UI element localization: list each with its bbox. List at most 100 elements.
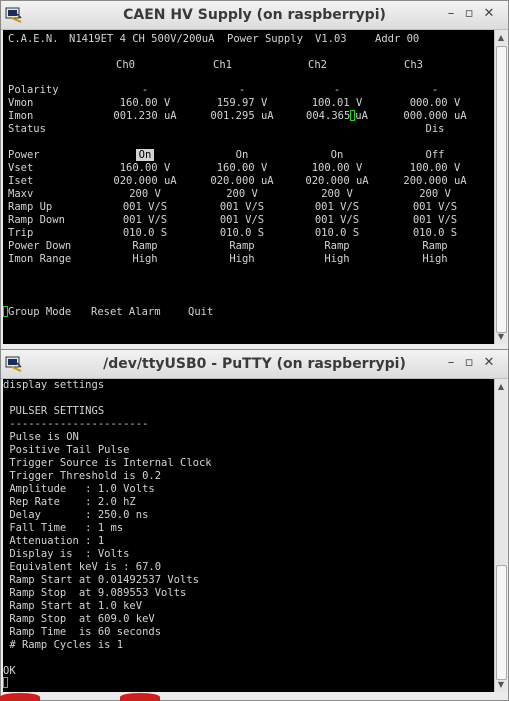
- putty-terminal[interactable]: display settings PULSER SETTINGS -------…: [3, 379, 494, 692]
- cell-value[interactable]: On: [101, 149, 189, 162]
- cell-value[interactable]: [101, 123, 189, 136]
- cell-value[interactable]: 020.000 uA: [101, 175, 189, 188]
- cell-value[interactable]: 010.0 S: [101, 227, 189, 240]
- cell-value[interactable]: 100.01 V: [293, 97, 381, 110]
- cell-value[interactable]: 001 V/S: [101, 201, 189, 214]
- channel-header: Ch3: [404, 59, 423, 71]
- cell-value[interactable]: 200 V: [101, 188, 189, 201]
- cell-value[interactable]: [198, 123, 286, 136]
- cell-value[interactable]: 020.000 uA: [293, 175, 381, 188]
- cell-value[interactable]: 010.0 S: [391, 227, 479, 240]
- group-mode-action[interactable]: Group Mode: [3, 306, 71, 319]
- cell-value[interactable]: 001 V/S: [293, 201, 381, 214]
- quit-action[interactable]: Quit: [188, 306, 213, 319]
- row-label: Polarity: [8, 84, 59, 96]
- row-label: Power Down: [8, 240, 72, 252]
- titlebar[interactable]: CAEN HV Supply (on raspberrypi) – ▫ ✕: [1, 1, 508, 30]
- version: V1.03: [315, 33, 347, 45]
- cell-value[interactable]: 020.000 uA: [198, 175, 286, 188]
- cell-value[interactable]: -: [391, 84, 479, 97]
- channel-header: Ch1: [213, 59, 232, 71]
- cell-value[interactable]: Ramp: [391, 240, 479, 253]
- cell-value[interactable]: Ramp: [101, 240, 189, 253]
- scroll-down-icon[interactable]: ▼: [495, 679, 507, 691]
- close-icon[interactable]: ✕: [481, 355, 497, 371]
- cell-value[interactable]: 001.295 uA: [198, 110, 286, 123]
- terminal-line: Ramp Start at 0.01492537 Volts: [3, 574, 199, 586]
- cell-value[interactable]: 160.00 V: [101, 97, 189, 110]
- cell-value[interactable]: High: [293, 253, 381, 266]
- reset-alarm-action[interactable]: Reset Alarm: [91, 306, 161, 319]
- cell-value[interactable]: High: [198, 253, 286, 266]
- row-label: Ramp Down: [8, 214, 65, 226]
- cell-value[interactable]: 100.00 V: [391, 162, 479, 175]
- cell-value[interactable]: 160.00 V: [101, 162, 189, 175]
- address: Addr 00: [375, 33, 420, 45]
- cell-value[interactable]: 001.230 uA: [101, 110, 189, 123]
- cell-value[interactable]: 010.0 S: [198, 227, 286, 240]
- close-icon[interactable]: ✕: [481, 6, 497, 22]
- scroll-up-icon[interactable]: ▲: [495, 32, 507, 44]
- cell-value[interactable]: 001 V/S: [198, 201, 286, 214]
- maximize-icon[interactable]: ▫: [461, 6, 477, 22]
- terminal-line: display settings: [3, 379, 105, 391]
- cell-value[interactable]: 001 V/S: [391, 214, 479, 227]
- cell-value[interactable]: Off: [391, 149, 479, 162]
- row-label: Vset: [8, 162, 34, 174]
- cell-value[interactable]: -: [101, 84, 189, 97]
- cell-value[interactable]: 100.00 V: [293, 162, 381, 175]
- cell-value[interactable]: High: [101, 253, 189, 266]
- terminal-line: Pulse is ON: [3, 431, 79, 443]
- channel-header: Ch0: [116, 59, 135, 71]
- cell-value[interactable]: Ramp: [293, 240, 381, 253]
- cell-value[interactable]: 200 V: [198, 188, 286, 201]
- terminal-cursor: [3, 677, 8, 690]
- cell-value[interactable]: -: [198, 84, 286, 97]
- row-label: Imon Range: [8, 253, 72, 265]
- cell-value[interactable]: 160.00 V: [198, 162, 286, 175]
- cell-value[interactable]: Dis: [391, 123, 479, 136]
- cell-value[interactable]: -: [293, 84, 381, 97]
- cell-value[interactable]: Ramp: [198, 240, 286, 253]
- minimize-icon[interactable]: –: [443, 6, 459, 22]
- terminal-line: Ramp Stop at 9.089553 Volts: [3, 587, 187, 599]
- cell-value[interactable]: 010.0 S: [293, 227, 381, 240]
- cell-value[interactable]: 000.00 V: [391, 97, 479, 110]
- cell-value[interactable]: 001 V/S: [391, 201, 479, 214]
- scroll-down-icon[interactable]: ▼: [495, 331, 507, 343]
- maximize-icon[interactable]: ▫: [461, 355, 477, 371]
- scroll-thumb[interactable]: [496, 46, 507, 333]
- terminal-line: ----------------------: [3, 418, 149, 430]
- cell-value[interactable]: 001 V/S: [101, 214, 189, 227]
- channel-header: Ch2: [308, 59, 327, 71]
- desktop-decoration: [120, 693, 160, 701]
- scroll-up-icon[interactable]: ▲: [495, 381, 507, 393]
- terminal-line: Ramp Time is 60 seconds: [3, 626, 162, 638]
- cell-value[interactable]: 200.000 uA: [391, 175, 479, 188]
- vertical-scrollbar[interactable]: ▲ ▼: [494, 30, 507, 344]
- terminal-line: Ramp Stop at 609.0 keV: [3, 613, 155, 625]
- cell-value[interactable]: 000.000 uA: [391, 110, 479, 123]
- terminal-line: Display is : Volts: [3, 548, 130, 560]
- cell-value[interactable]: On: [198, 149, 286, 162]
- minimize-icon[interactable]: –: [443, 355, 459, 371]
- vertical-scrollbar[interactable]: ▲ ▼: [494, 379, 507, 692]
- cell-value[interactable]: 001 V/S: [198, 214, 286, 227]
- cell-value[interactable]: 001 V/S: [293, 214, 381, 227]
- cell-value[interactable]: On: [293, 149, 381, 162]
- putty-window: /dev/ttyUSB0 - PuTTY (on raspberrypi) – …: [0, 349, 509, 701]
- terminal-line: Equivalent keV is : 67.0: [3, 561, 162, 573]
- cell-value[interactable]: High: [391, 253, 479, 266]
- terminal-line: Trigger Threshold is 0.2: [3, 470, 162, 482]
- selected-cell[interactable]: On: [135, 149, 155, 161]
- cell-value[interactable]: [293, 123, 381, 136]
- cell-value[interactable]: 200 V: [391, 188, 479, 201]
- caen-hv-window: CAEN HV Supply (on raspberrypi) – ▫ ✕ C.…: [0, 0, 509, 350]
- terminal-line: Ramp Start at 1.0 keV: [3, 600, 143, 612]
- caen-terminal[interactable]: C.A.E.N. N1419ET 4 CH 500V/200uA Power S…: [3, 30, 494, 344]
- cell-value[interactable]: 004.365 uA: [293, 110, 381, 123]
- cell-value[interactable]: 200 V: [293, 188, 381, 201]
- cell-value[interactable]: 159.97 V: [198, 97, 286, 110]
- titlebar[interactable]: /dev/ttyUSB0 - PuTTY (on raspberrypi) – …: [1, 350, 508, 379]
- scroll-thumb[interactable]: [496, 565, 507, 680]
